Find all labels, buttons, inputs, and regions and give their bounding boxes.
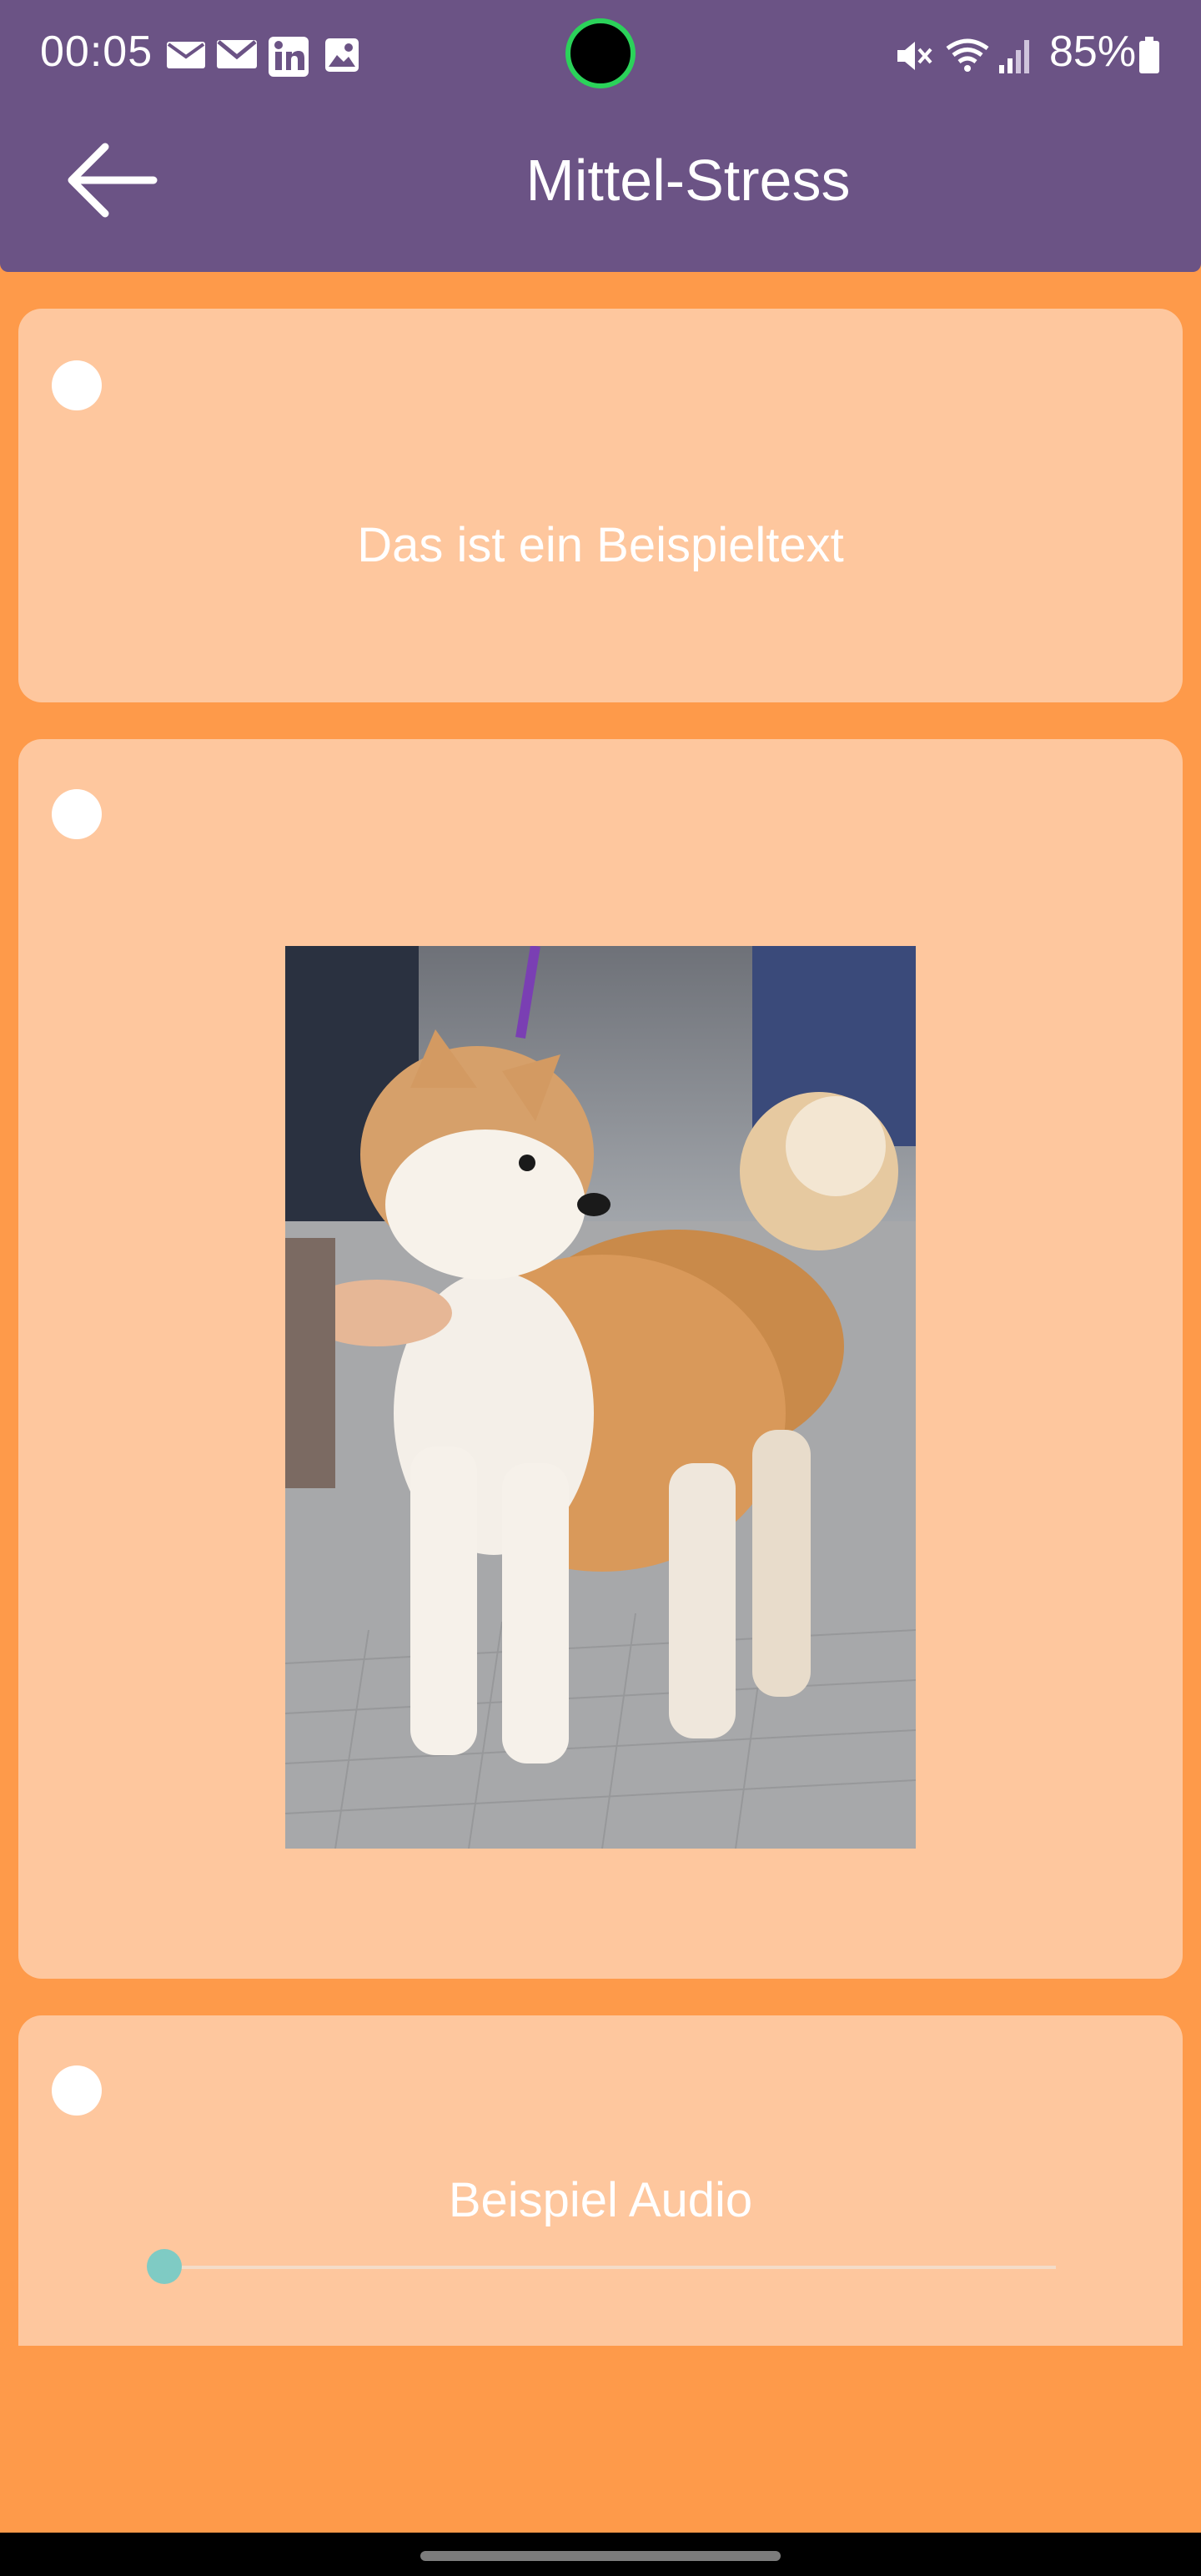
battery-icon: [1139, 37, 1159, 73]
text-card[interactable]: Das ist ein Beispieltext: [18, 309, 1183, 702]
status-bar: 00:05 85%: [0, 0, 1201, 110]
audio-card[interactable]: Beispiel Audio: [18, 2015, 1183, 2346]
selection-radio[interactable]: [52, 2065, 102, 2116]
battery-percent: 85%: [1049, 28, 1137, 76]
selection-radio[interactable]: [52, 789, 102, 839]
audio-slider-track[interactable]: [163, 2266, 1056, 2269]
dog-photo: [285, 946, 916, 1849]
image-card[interactable]: [18, 739, 1183, 1979]
gmail-icon: [217, 40, 257, 68]
gallery-icon: [325, 38, 359, 72]
audio-slider-thumb[interactable]: [147, 2249, 182, 2284]
front-camera: [565, 18, 636, 88]
navigation-bar: [0, 2533, 1201, 2576]
status-time: 00:05: [40, 28, 153, 76]
back-arrow-icon[interactable]: [65, 142, 158, 219]
home-gesture-pill[interactable]: [420, 2551, 781, 2561]
linkedin-icon: [269, 37, 309, 77]
audio-label: Beispiel Audio: [448, 2173, 753, 2227]
page-title: Mittel-Stress: [525, 148, 851, 213]
message-icon: [167, 42, 205, 68]
app-bar: 00:05 85% Mittel-Stress: [0, 0, 1201, 272]
signal-icon: [999, 40, 1029, 73]
wifi-icon: [946, 38, 989, 72]
mute-icon: [897, 42, 932, 70]
selection-radio[interactable]: [52, 360, 102, 410]
card-text: Das ist ein Beispieltext: [357, 518, 844, 572]
